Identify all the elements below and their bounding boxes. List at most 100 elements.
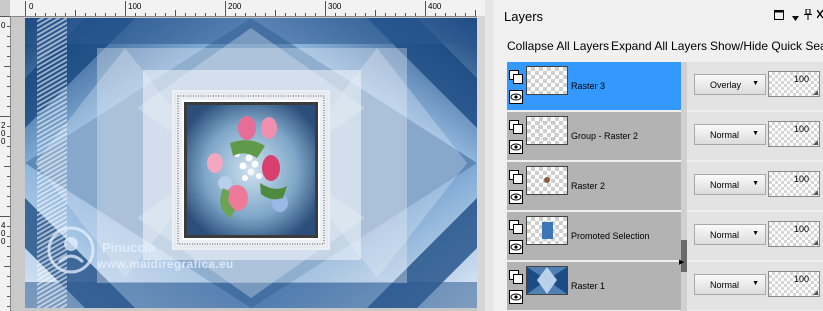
ruler-tick xyxy=(7,306,10,307)
layer-row-group-raster-2-info[interactable]: Group - Raster 2 xyxy=(507,112,681,160)
ruler-tick xyxy=(455,13,456,16)
visibility-eye-icon[interactable] xyxy=(509,190,523,204)
ruler-tick xyxy=(175,10,176,16)
blend-mode-dropdown[interactable]: Normal ▼ xyxy=(694,124,766,145)
ruler-tick xyxy=(7,26,10,27)
opacity-field[interactable]: 100 xyxy=(768,121,820,147)
ruler-tick xyxy=(355,13,356,16)
ruler-left-label-0: 0 xyxy=(1,21,6,30)
layer-row-raster-1[interactable]: Raster 1 Normal ▼ 100 xyxy=(507,262,823,310)
layer-row-promoted-selection-info[interactable]: Promoted Selection xyxy=(507,212,681,260)
ruler-tick xyxy=(215,13,216,16)
opacity-slider-icon xyxy=(813,290,818,295)
opacity-field[interactable]: 100 xyxy=(768,71,820,97)
visibility-eye-icon[interactable] xyxy=(509,290,523,304)
opacity-field[interactable]: 100 xyxy=(768,271,820,297)
top-ruler: 0 100 200 300 400 xyxy=(10,0,485,17)
ruler-tick xyxy=(385,13,386,16)
layer-row-raster-3[interactable]: Raster 3 Overlay ▼ 100 xyxy=(507,62,823,110)
layer-row-raster-2-props: Normal ▼ 100 xyxy=(687,162,823,210)
visibility-eye-icon[interactable] xyxy=(509,90,523,104)
layer-row-raster-3-info[interactable]: Raster 3 xyxy=(507,62,681,110)
opacity-slider-icon xyxy=(813,240,818,245)
chevron-down-icon: ▼ xyxy=(752,180,759,187)
chevron-down-icon: ▼ xyxy=(752,230,759,237)
collapse-all-layers-button[interactable]: Collapse All Layers xyxy=(507,39,609,53)
ruler-tick xyxy=(315,13,316,16)
layer-thumbnail xyxy=(526,166,568,195)
layer-row-promoted-selection-props: Normal ▼ 100 xyxy=(687,212,823,260)
ruler-tick xyxy=(265,13,266,16)
ruler-tick xyxy=(405,13,406,16)
layer-row-raster-2[interactable]: Raster 2 Normal ▼ 100 xyxy=(507,162,823,210)
ruler-tick xyxy=(7,106,10,107)
ruler-tick xyxy=(415,13,416,16)
ruler-tick xyxy=(7,226,10,227)
ruler-tick xyxy=(435,13,436,16)
ruler-tick xyxy=(7,186,10,187)
ruler-tick xyxy=(7,176,10,177)
ruler-label-0: 0 xyxy=(29,2,34,11)
layer-row-raster-2-info[interactable]: Raster 2 xyxy=(507,162,681,210)
panel-divider[interactable] xyxy=(485,0,493,311)
layer-thumbnail xyxy=(526,216,568,245)
ruler-tick xyxy=(45,13,46,16)
ruler-tick xyxy=(0,16,10,17)
ruler-tick xyxy=(115,13,116,16)
ruler-tick xyxy=(7,156,10,157)
ruler-tick xyxy=(105,13,106,16)
blend-mode-value: Normal xyxy=(710,230,740,240)
ruler-tick xyxy=(55,13,56,16)
ruler-tick xyxy=(235,13,236,16)
watermark: Pinuccia www.maidiregrafica.eu xyxy=(37,216,297,286)
ruler-tick xyxy=(85,13,86,16)
layer-row-promoted-selection[interactable]: Promoted Selection Normal ▼ 100 xyxy=(507,212,823,260)
panel-header: Layers xyxy=(493,0,823,32)
ruler-tick xyxy=(225,1,226,16)
ruler-tick xyxy=(0,216,10,217)
opacity-field[interactable]: 100 xyxy=(768,171,820,197)
layer-row-group-raster-2-props: Normal ▼ 100 xyxy=(687,112,823,160)
ruler-tick xyxy=(7,236,10,237)
layer-row-group-raster-2[interactable]: Group - Raster 2 Normal ▼ 100 xyxy=(507,112,823,160)
layer-type-icon xyxy=(509,270,523,284)
layer-list-scrollbar[interactable]: ▶ xyxy=(679,62,687,311)
blend-mode-dropdown[interactable]: Normal ▼ xyxy=(694,224,766,245)
ruler-tick xyxy=(7,36,10,37)
layer-row-raster-1-info[interactable]: Raster 1 xyxy=(507,262,681,310)
layer-type-icon xyxy=(509,170,523,184)
scrollbar-thumb[interactable] xyxy=(681,240,687,272)
layer-thumbnail xyxy=(526,266,568,295)
show-hide-quick-search-button[interactable]: Show/Hide Quick Sear xyxy=(710,39,823,53)
ruler-tick xyxy=(7,146,10,147)
ruler-tick xyxy=(4,266,10,267)
close-icon[interactable] xyxy=(816,9,823,22)
opacity-value: 100 xyxy=(793,74,809,84)
ruler-tick xyxy=(295,13,296,16)
opacity-field[interactable]: 100 xyxy=(768,221,820,247)
blend-mode-dropdown[interactable]: Normal ▼ xyxy=(694,174,766,195)
dropdown-arrow-icon[interactable] xyxy=(792,12,799,24)
restore-icon[interactable] xyxy=(774,10,784,23)
ruler-tick xyxy=(7,296,10,297)
visibility-eye-icon[interactable] xyxy=(509,140,523,154)
image-canvas[interactable]: 0 100 200 300 400 0 2 0 0 4 0 0 Pinuccia… xyxy=(0,0,485,311)
ruler-label-400: 400 xyxy=(428,2,442,11)
scroll-arrow-icon[interactable]: ▶ xyxy=(679,258,684,266)
ruler-tick xyxy=(7,206,10,207)
blend-mode-dropdown[interactable]: Normal ▼ xyxy=(694,274,766,295)
visibility-eye-icon[interactable] xyxy=(509,240,523,254)
ruler-tick xyxy=(7,56,10,57)
layer-thumbnail xyxy=(526,116,568,145)
ruler-tick xyxy=(7,276,10,277)
ruler-tick xyxy=(185,13,186,16)
expand-all-layers-button[interactable]: Expand All Layers xyxy=(611,39,707,53)
blend-mode-value: Normal xyxy=(710,280,740,290)
ruler-tick xyxy=(0,116,10,117)
pin-icon[interactable] xyxy=(804,8,812,23)
opacity-slider-icon xyxy=(813,90,818,95)
layer-row-raster-1-props: Normal ▼ 100 xyxy=(687,262,823,310)
blend-mode-dropdown[interactable]: Overlay ▼ xyxy=(694,74,766,95)
opacity-value: 100 xyxy=(793,124,809,134)
watermark-author: Pinuccia xyxy=(102,240,156,255)
